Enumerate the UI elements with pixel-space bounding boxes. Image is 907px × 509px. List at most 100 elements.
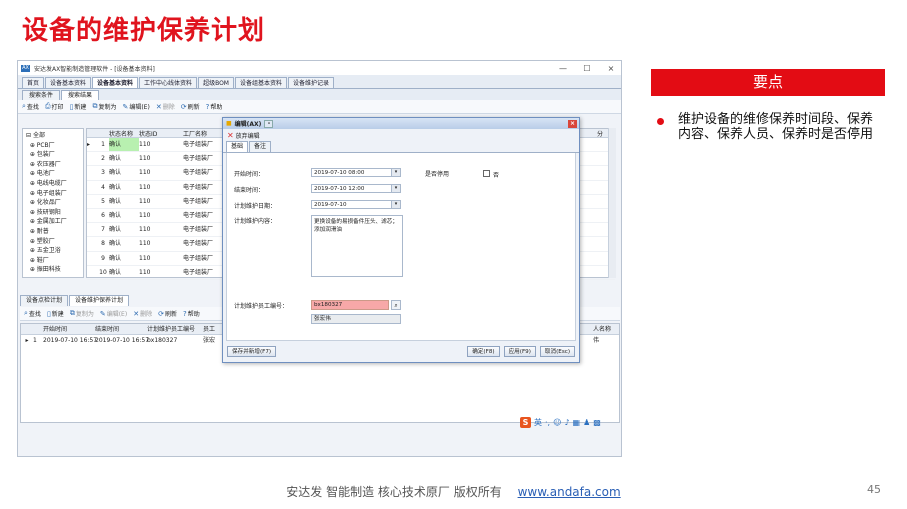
- table-cell: 确认: [109, 183, 122, 191]
- tree-item[interactable]: ⊕ 农压器厂: [26, 160, 80, 170]
- key-points-header: 要点: [651, 69, 885, 96]
- edit-button[interactable]: ✎ 编辑(E): [100, 309, 127, 319]
- ime-toolbar[interactable]: S 英 ·, ☺ ♪ ▦ ♟ ▩: [520, 417, 601, 428]
- start-time-field[interactable]: 2019-07-10 08:00 ▾: [311, 168, 401, 177]
- table-cell: 电子组装厂: [183, 240, 214, 248]
- table-cell: 110: [139, 268, 151, 276]
- table-cell: 8: [101, 240, 105, 248]
- copy-as-button[interactable]: ⧉ 复制为: [92, 102, 116, 111]
- minimize-button[interactable]: -: [264, 119, 274, 128]
- tree-item[interactable]: ⊕ 振田科技: [26, 265, 80, 275]
- tree-item[interactable]: ⊕ PCB厂: [26, 141, 80, 151]
- cancel-button[interactable]: 取消(Esc): [539, 345, 575, 357]
- tree-item[interactable]: ⊟ 全部: [26, 131, 80, 141]
- refresh-button[interactable]: ⟳ 刷新: [158, 309, 177, 319]
- footer-link[interactable]: www.andafa.com: [518, 485, 621, 499]
- tree-item[interactable]: ⊕ 电子组装厂: [26, 189, 80, 199]
- row-indicator: [87, 209, 97, 222]
- column-end-time[interactable]: 结束时间: [95, 324, 147, 334]
- row-indicator: [87, 166, 97, 179]
- new-button[interactable]: ▯ 新建: [70, 102, 87, 112]
- tab-super-bom[interactable]: 超级BOM: [198, 77, 234, 88]
- column-factory-name[interactable]: 工厂名称: [183, 129, 227, 137]
- search-icon[interactable]: ⌕: [391, 300, 401, 310]
- delete-icon: ✕: [155, 102, 162, 111]
- tree-item[interactable]: ⊕ 技研钢阳: [26, 208, 80, 218]
- keyboard-icon: ▦: [572, 418, 581, 427]
- tab-home[interactable]: 首页: [22, 77, 45, 88]
- tree-item[interactable]: ⊕ 五金卫浴: [26, 246, 80, 256]
- tree-item[interactable]: ⊕ 金属加工厂: [26, 217, 80, 227]
- tab-equipment-group[interactable]: 设备组基本资料: [234, 77, 287, 88]
- tab-equipment-info-active[interactable]: 设备基本资料: [92, 77, 139, 88]
- plan-date-label: 计划维护日期：: [234, 203, 277, 210]
- help-button[interactable]: ? 帮助: [206, 102, 223, 112]
- close-button[interactable]: ×: [601, 64, 621, 73]
- table-cell: 6: [101, 211, 105, 219]
- sub-tabs: 搜索条件 搜索结果: [18, 89, 621, 100]
- employee-id-field[interactable]: bx180327: [311, 300, 389, 310]
- tab-maintenance-record[interactable]: 设备维护记录: [288, 77, 335, 88]
- discard-edit-button[interactable]: ✕ 放弃编辑: [227, 131, 260, 140]
- column-employee-id[interactable]: 计划维护员工编号: [147, 324, 203, 334]
- content-label: 计划维护内容：: [234, 218, 277, 225]
- find-button[interactable]: ⌕ 查找: [24, 309, 41, 318]
- maximize-button[interactable]: ☐: [577, 64, 597, 73]
- tree-item[interactable]: ⊕ 电池厂: [26, 169, 80, 179]
- table-cell: 110: [139, 169, 151, 177]
- apply-button[interactable]: 应用(F9): [503, 345, 536, 357]
- tab-basic[interactable]: 基础: [226, 141, 249, 152]
- close-icon[interactable]: ×: [568, 119, 577, 128]
- row-indicator: [87, 195, 97, 208]
- column-employee-name[interactable]: 人名称: [593, 324, 619, 334]
- scrollbar[interactable]: [608, 128, 616, 278]
- tab-remarks[interactable]: 备注: [249, 141, 272, 152]
- table-cell: 电子组装厂: [183, 169, 214, 177]
- delete-button[interactable]: ✕ 删除: [133, 309, 152, 319]
- key-point-text: 维护设备的维修保养时间段、保养内容、保养人员、保养时是否停用: [678, 112, 874, 142]
- ok-button[interactable]: 确定(F8): [467, 345, 500, 357]
- plan-date-field[interactable]: 2019-07-10 ▾: [311, 200, 401, 209]
- table-cell: 确认: [109, 211, 122, 219]
- disable-checkbox[interactable]: [483, 170, 490, 177]
- tree-item[interactable]: ⊕ 化妆品厂: [26, 198, 80, 208]
- tree-item[interactable]: ⊕ 鞋厂: [26, 256, 80, 266]
- tree-item[interactable]: ⊕ 电线电缆厂: [26, 179, 80, 189]
- start-time-label: 开始时间：: [234, 171, 265, 178]
- end-time-field[interactable]: 2019-07-10 12:00 ▾: [311, 184, 401, 193]
- column-status-id[interactable]: 状态ID: [139, 129, 183, 137]
- calendar-dropdown-icon[interactable]: ▾: [391, 185, 400, 192]
- bullet-dot: [657, 118, 664, 125]
- dialog-tabs: 基础 备注: [223, 141, 579, 153]
- column-employee[interactable]: 员工: [203, 324, 223, 334]
- tab-inspection-plan[interactable]: 设备点检计划: [20, 295, 69, 306]
- dialog-toolbar: ✕ 放弃编辑: [223, 129, 579, 142]
- row-indicator: [87, 181, 97, 194]
- calendar-dropdown-icon[interactable]: ▾: [391, 169, 400, 176]
- tree-item[interactable]: ⊕ 包装厂: [26, 150, 80, 160]
- save-and-new-button[interactable]: 保存并新增(F7): [227, 345, 277, 357]
- minimize-button[interactable]: —: [553, 64, 573, 73]
- help-button[interactable]: ? 帮助: [183, 309, 200, 319]
- tree-item[interactable]: ⊕ 塑胶厂: [26, 237, 80, 247]
- column-start-time[interactable]: 开始时间: [43, 324, 95, 334]
- table-cell: 110: [139, 155, 151, 163]
- copy-as-button[interactable]: ⧉ 复制为: [70, 309, 94, 318]
- find-button[interactable]: ⌕ 查找: [22, 102, 39, 111]
- tab-work-center[interactable]: 工作中心线体资料: [139, 77, 198, 88]
- refresh-button[interactable]: ⟳ 刷新: [181, 102, 200, 112]
- edit-button[interactable]: ✎ 编辑(E): [122, 102, 149, 112]
- print-button[interactable]: ⎙ 打印: [45, 102, 64, 111]
- content-textarea[interactable]: 更换设备的易损备件压头、滤芯；添加润滑油: [311, 215, 403, 277]
- delete-button[interactable]: ✕ 删除: [155, 102, 175, 112]
- tree-item[interactable]: ⊕ 耐普: [26, 227, 80, 237]
- column-status-name[interactable]: 状态名称: [109, 129, 139, 137]
- table-cell: 110: [139, 183, 151, 191]
- calendar-dropdown-icon[interactable]: ▾: [391, 201, 400, 208]
- tab-equipment-info[interactable]: 设备基本资料: [45, 77, 92, 88]
- tab-maintenance-plan[interactable]: 设备维护保养计划: [69, 295, 130, 306]
- tab-search-results[interactable]: 搜索结果: [61, 90, 100, 100]
- tab-search-conditions[interactable]: 搜索条件: [22, 90, 61, 100]
- table-cell: 电子组装厂: [183, 155, 214, 163]
- new-button[interactable]: ▯ 新建: [47, 309, 64, 319]
